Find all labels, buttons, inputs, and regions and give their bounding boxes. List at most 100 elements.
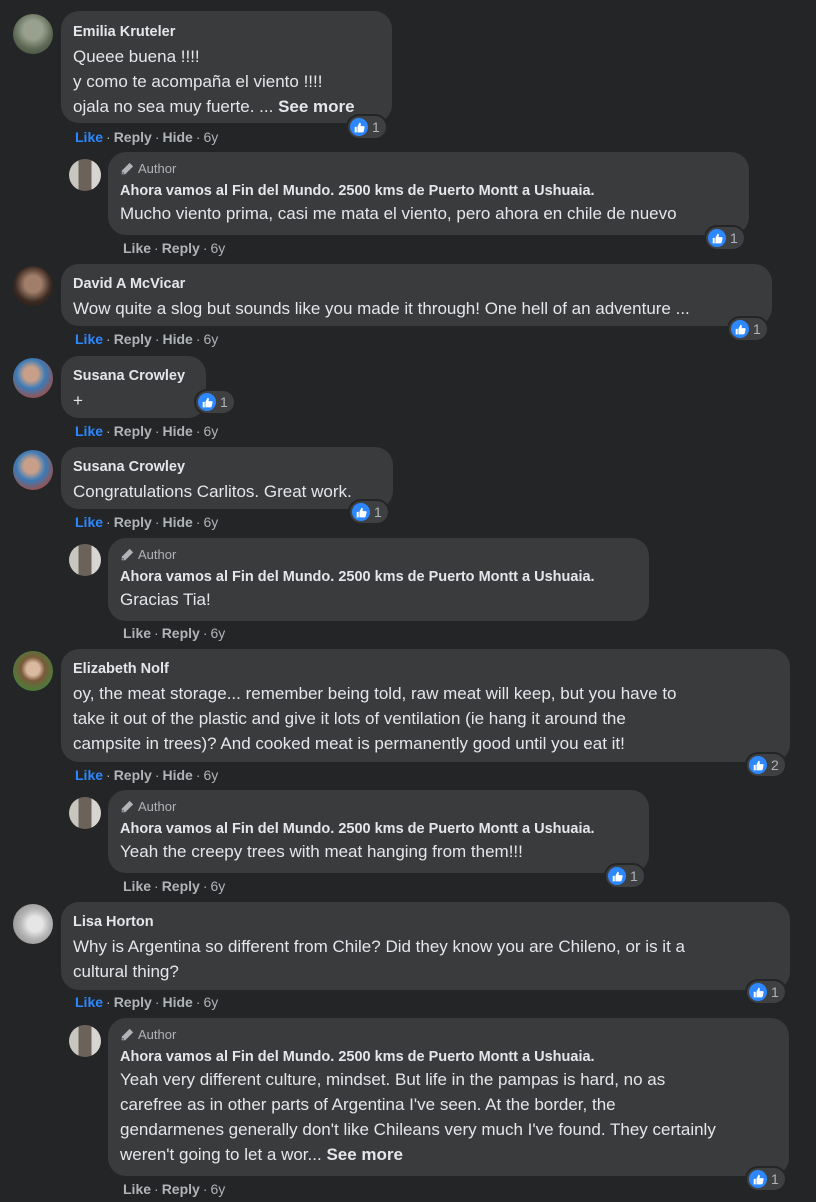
pencil-icon (120, 1028, 134, 1042)
timestamp[interactable]: 6y (204, 129, 219, 145)
author-badge: Author (120, 160, 737, 178)
like-button[interactable]: Like (75, 514, 103, 530)
reply-button[interactable]: Reply (162, 1181, 200, 1197)
timestamp[interactable]: 6y (204, 767, 219, 783)
timestamp[interactable]: 6y (204, 514, 219, 530)
hide-button[interactable]: Hide (162, 331, 192, 347)
like-button[interactable]: Like (75, 331, 103, 347)
reaction-count[interactable]: 1 (706, 227, 744, 249)
reply-button[interactable]: Reply (162, 878, 200, 894)
reaction-count[interactable]: 1 (350, 501, 388, 523)
comment-bubble: Author Ahora vamos al Fin del Mundo. 250… (108, 1018, 789, 1176)
hide-button[interactable]: Hide (162, 994, 192, 1010)
commenter-name[interactable]: David A McVicar (73, 275, 760, 294)
hide-button[interactable]: Hide (162, 514, 192, 530)
author-badge: Author (120, 546, 637, 564)
commenter-name[interactable]: Lisa Horton (73, 913, 778, 932)
timestamp[interactable]: 6y (210, 240, 225, 256)
like-reaction-icon (731, 320, 749, 338)
like-button[interactable]: Like (123, 878, 151, 894)
reply-button[interactable]: Reply (114, 423, 152, 439)
reaction-count[interactable]: 1 (348, 116, 386, 138)
hide-button[interactable]: Hide (162, 423, 192, 439)
commenter-name[interactable]: Elizabeth Nolf (73, 660, 778, 679)
author-badge: Author (120, 1026, 777, 1044)
timestamp[interactable]: 6y (204, 331, 219, 347)
commenter-name[interactable]: Susana Crowley (73, 367, 194, 386)
reaction-count[interactable]: 1 (729, 318, 767, 340)
comment-text: Why is Argentina so different from Chile… (73, 937, 685, 981)
reaction-count[interactable]: 1 (747, 981, 785, 1003)
timestamp[interactable]: 6y (204, 423, 219, 439)
like-button[interactable]: Like (75, 994, 103, 1010)
avatar[interactable] (13, 266, 53, 306)
reply-button[interactable]: Reply (162, 240, 200, 256)
commenter-name[interactable]: Ahora vamos al Fin del Mundo. 2500 kms d… (120, 1048, 777, 1067)
reply-button[interactable]: Reply (114, 129, 152, 145)
like-reaction-icon (352, 503, 370, 521)
hide-button[interactable]: Hide (162, 129, 192, 145)
commenter-name[interactable]: Ahora vamos al Fin del Mundo. 2500 kms d… (120, 820, 637, 839)
reply-button[interactable]: Reply (114, 994, 152, 1010)
hide-button[interactable]: Hide (162, 767, 192, 783)
comment-text: oy, the meat storage... remember being t… (73, 684, 677, 753)
timestamp[interactable]: 6y (210, 878, 225, 894)
like-button[interactable]: Like (75, 767, 103, 783)
comment-bubble: Susana Crowley + (61, 356, 206, 418)
like-reaction-icon (749, 983, 767, 1001)
avatar[interactable] (13, 14, 53, 54)
reply-button[interactable]: Reply (114, 767, 152, 783)
avatar[interactable] (13, 358, 53, 398)
avatar[interactable] (13, 651, 53, 691)
comment-bubble: Lisa Horton Why is Argentina so differen… (61, 902, 790, 990)
timestamp[interactable]: 6y (210, 1181, 225, 1197)
comment-actions: Like · Reply · Hide · 6y (75, 767, 219, 783)
like-reaction-icon (608, 867, 626, 885)
timestamp[interactable]: 6y (210, 625, 225, 641)
like-reaction-icon (198, 393, 216, 411)
commenter-name[interactable]: Emilia Kruteler (73, 23, 380, 42)
pencil-icon (120, 162, 134, 176)
reply-button[interactable]: Reply (114, 514, 152, 530)
avatar[interactable] (69, 544, 101, 576)
like-button[interactable]: Like (123, 240, 151, 256)
like-button[interactable]: Like (123, 625, 151, 641)
reaction-count[interactable]: 2 (747, 754, 785, 776)
avatar[interactable] (69, 159, 101, 191)
commenter-name[interactable]: Ahora vamos al Fin del Mundo. 2500 kms d… (120, 568, 637, 587)
like-reaction-icon (749, 756, 767, 774)
like-reaction-icon (350, 118, 368, 136)
like-reaction-icon (708, 229, 726, 247)
author-badge: Author (120, 798, 637, 816)
comment-bubble: Emilia Kruteler Queee buena !!!! y como … (61, 11, 392, 123)
comment-actions: Like · Reply · Hide · 6y (75, 994, 219, 1010)
comment-text: Gracias Tia! (120, 590, 211, 609)
comment-bubble: Author Ahora vamos al Fin del Mundo. 250… (108, 152, 749, 235)
avatar[interactable] (69, 797, 101, 829)
like-button[interactable]: Like (75, 129, 103, 145)
commenter-name[interactable]: Ahora vamos al Fin del Mundo. 2500 kms d… (120, 182, 737, 201)
comment-bubble: Author Ahora vamos al Fin del Mundo. 250… (108, 538, 649, 621)
avatar[interactable] (13, 904, 53, 944)
avatar[interactable] (13, 450, 53, 490)
reaction-count[interactable]: 1 (606, 865, 644, 887)
like-reaction-icon (749, 1170, 767, 1188)
comment-bubble: Susana Crowley Congratulations Carlitos.… (61, 447, 393, 509)
reaction-count[interactable]: 1 (747, 1168, 785, 1190)
comment-actions: Like · Reply · 6y (123, 625, 226, 641)
reaction-count[interactable]: 1 (196, 391, 234, 413)
like-button[interactable]: Like (75, 423, 103, 439)
comment-actions: Like · Reply · 6y (123, 878, 226, 894)
like-button[interactable]: Like (123, 1181, 151, 1197)
see-more-link[interactable]: See more (326, 1145, 403, 1164)
comment-text: Congratulations Carlitos. Great work. (73, 482, 352, 501)
comment-text: Wow quite a slog but sounds like you mad… (73, 299, 690, 318)
pencil-icon (120, 548, 134, 562)
reply-button[interactable]: Reply (114, 331, 152, 347)
see-more-link[interactable]: See more (278, 97, 355, 116)
commenter-name[interactable]: Susana Crowley (73, 458, 381, 477)
comment-bubble: Elizabeth Nolf oy, the meat storage... r… (61, 649, 790, 762)
avatar[interactable] (69, 1025, 101, 1057)
reply-button[interactable]: Reply (162, 625, 200, 641)
timestamp[interactable]: 6y (204, 994, 219, 1010)
